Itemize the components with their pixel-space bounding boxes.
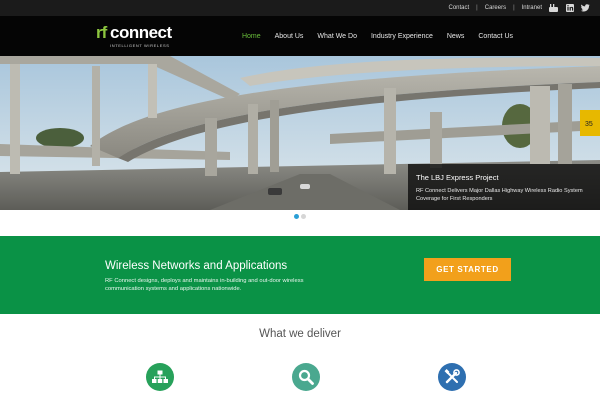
linkedin-icon[interactable] xyxy=(565,4,574,13)
slider-dot-1[interactable] xyxy=(294,214,299,219)
rf-connect-logo[interactable]: rf connect INTELLIGENT WIRELESS xyxy=(96,23,172,49)
band-description: RF Connect designs, deploys and maintain… xyxy=(105,278,304,292)
slider-pagination xyxy=(0,214,600,222)
nav-item-what-we-do[interactable]: What We Do xyxy=(317,33,357,40)
slide-caption-title: The LBJ Express Project xyxy=(416,173,499,182)
slide-caption-text: RF Connect Delivers Major Dallas Highway… xyxy=(416,188,583,202)
twitter-icon[interactable] xyxy=(581,4,590,13)
search-icon[interactable] xyxy=(292,363,320,391)
site-header: rf connect INTELLIGENT WIRELESS Home Abo… xyxy=(0,16,600,56)
network-icon[interactable] xyxy=(146,363,174,391)
nav-item-about-us[interactable]: About Us xyxy=(275,33,304,40)
nav-item-industry-experience[interactable]: Industry Experience xyxy=(371,33,433,40)
contact-link[interactable]: Contact xyxy=(448,5,469,11)
careers-link[interactable]: Careers xyxy=(485,5,506,11)
logo-wordmark: connect xyxy=(110,23,172,42)
nav-item-contact-us[interactable]: Contact Us xyxy=(478,33,513,40)
separator: | xyxy=(513,5,515,11)
get-started-button[interactable]: GET STARTED xyxy=(424,258,511,281)
separator: | xyxy=(476,5,478,11)
utility-links: Contact | Careers | Intranet xyxy=(448,0,590,16)
nav-item-news[interactable]: News xyxy=(447,33,465,40)
top-utility-bar: Contact | Careers | Intranet xyxy=(0,0,600,16)
nav-item-home[interactable]: Home xyxy=(242,33,261,40)
logo-tagline: INTELLIGENT WIRELESS xyxy=(110,43,170,48)
intranet-link[interactable]: Intranet xyxy=(522,5,542,11)
slide-caption[interactable]: The LBJ Express Project RF Connect Deliv… xyxy=(408,164,600,210)
band-title: Wireless Networks and Applications xyxy=(105,260,288,272)
youtube-icon[interactable] xyxy=(549,4,558,13)
slider-dot-2[interactable] xyxy=(301,214,306,219)
section-title: What we deliver xyxy=(259,328,341,340)
svg-text:35: 35 xyxy=(585,121,593,128)
intro-band: Wireless Networks and Applications RF Co… xyxy=(0,236,600,314)
main-nav: Home About Us What We Do Industry Experi… xyxy=(242,16,513,56)
hero-slider[interactable]: 35 The LBJ Express Project RF Connect De… xyxy=(0,56,600,210)
tools-icon[interactable] xyxy=(438,363,466,391)
logo-mark: rf xyxy=(96,23,107,42)
